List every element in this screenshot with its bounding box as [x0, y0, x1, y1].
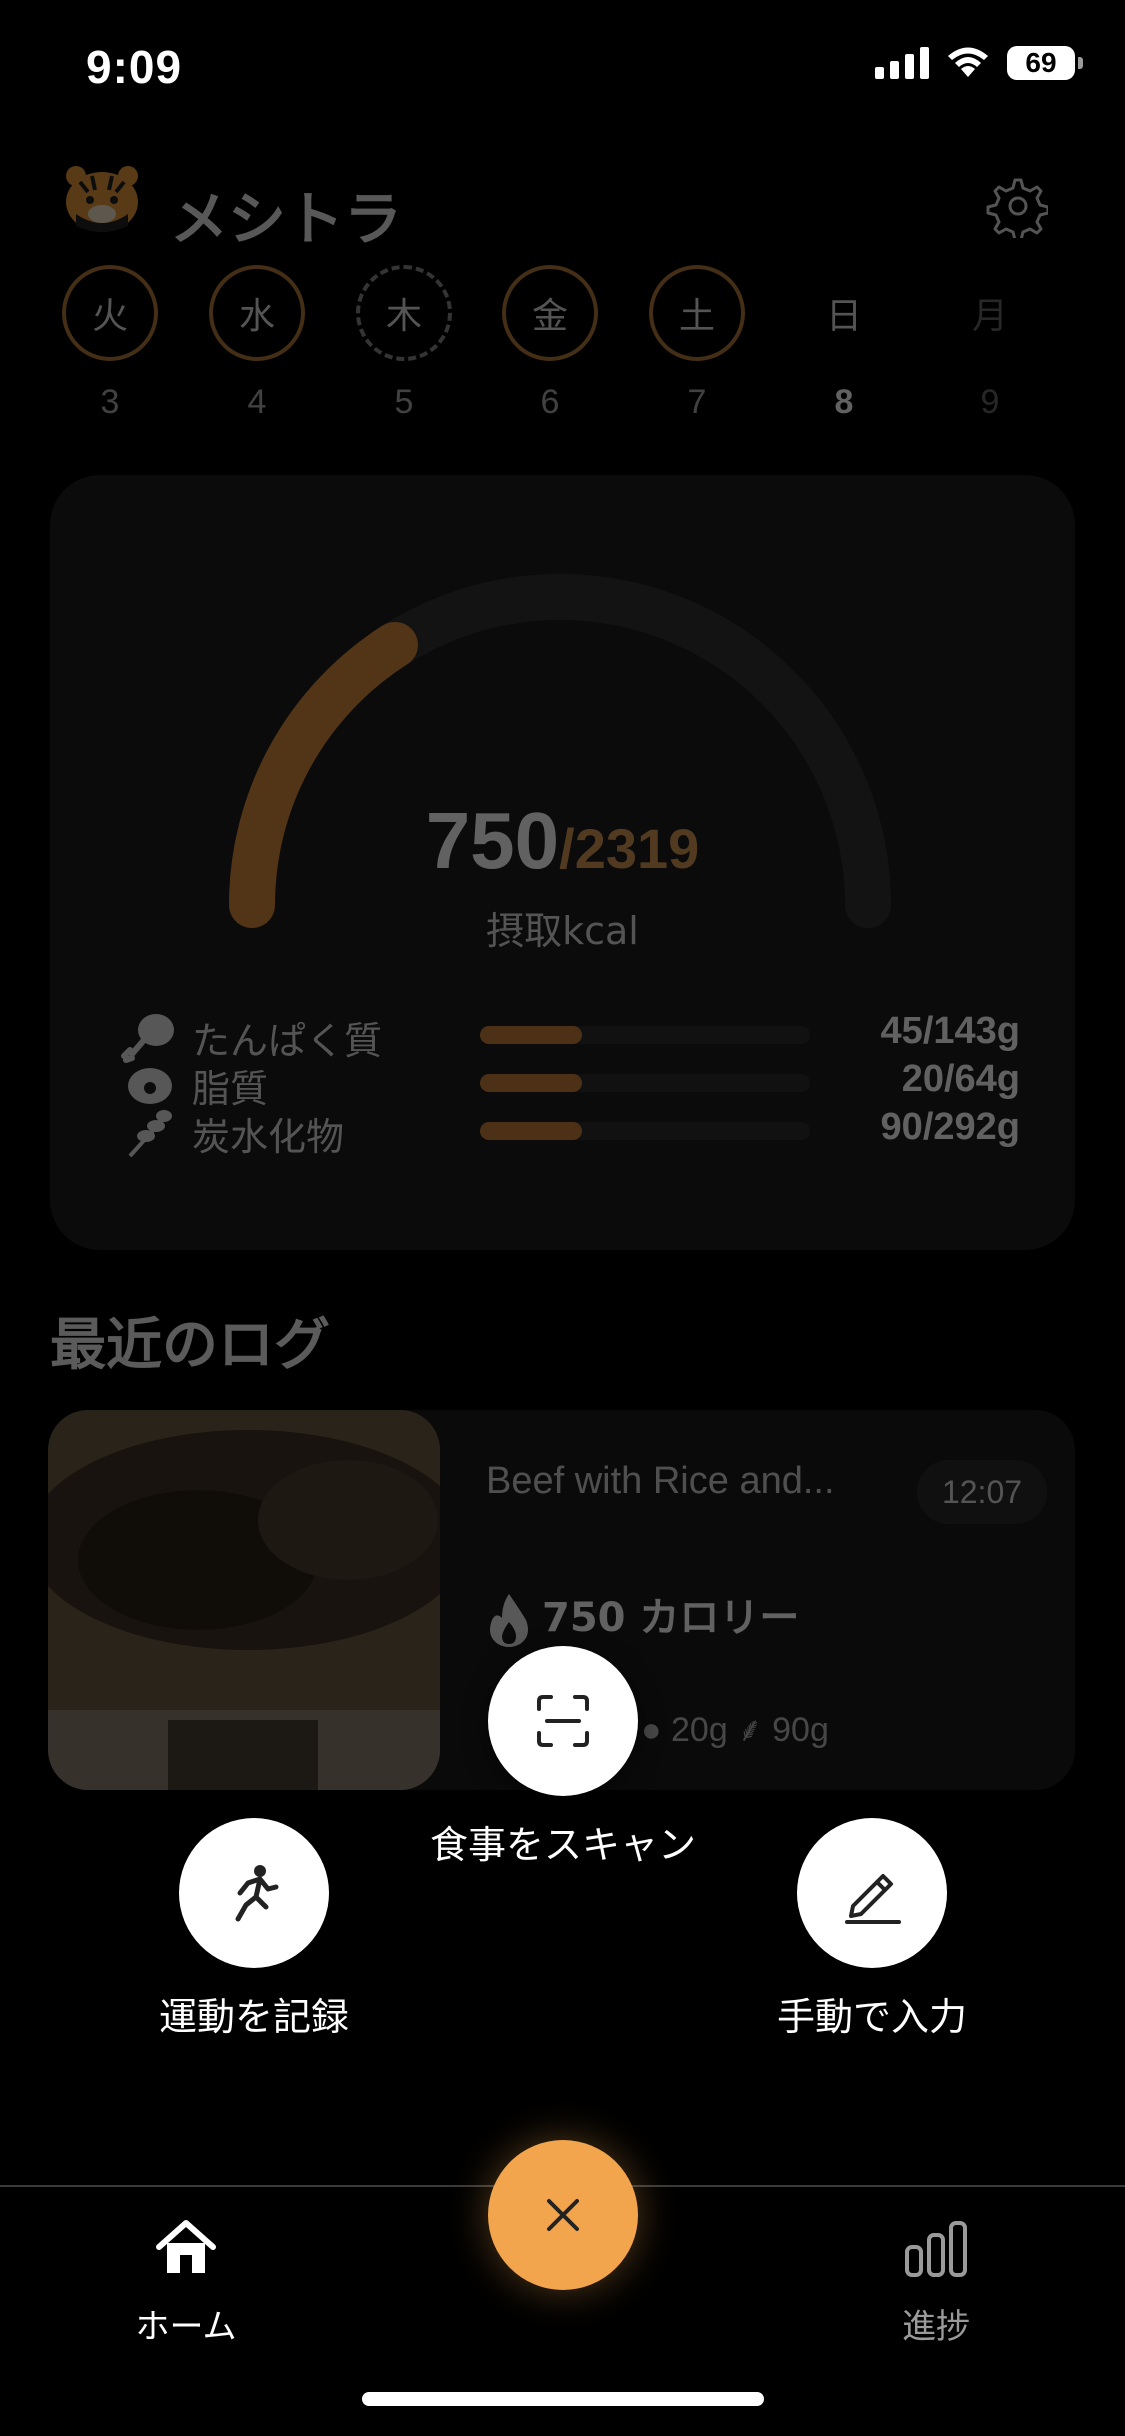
- home-indicator: [362, 2392, 764, 2406]
- wifi-icon: [948, 47, 988, 77]
- kcal-total: /2319: [559, 817, 700, 880]
- macro-progress-fill: [480, 1122, 583, 1140]
- day-date: 5: [394, 383, 414, 421]
- day-date: 4: [247, 383, 267, 421]
- day-fri[interactable]: 金 6: [500, 265, 600, 422]
- day-date: 6: [540, 383, 560, 421]
- macro-name: 炭水化物: [192, 1115, 345, 1159]
- food-photo: [48, 1410, 440, 1790]
- tab-progress-label: 進捗: [902, 2307, 970, 2347]
- scan-meal-label: 食事をスキャン: [429, 1823, 696, 1867]
- manual-entry-label: 手動で入力: [776, 1995, 967, 2039]
- scan-meal-button[interactable]: [488, 1646, 638, 1796]
- macro-protein: たんぱく質 45/143g: [120, 1010, 1020, 1063]
- tiger-logo-icon: [66, 166, 138, 232]
- day-date: 8: [834, 383, 854, 421]
- macro-progress-track: [480, 1074, 810, 1092]
- home-content-dimmed: メシトラ 火 3 水 4 木 5 金 6 土 7 日 8 月 9 750/231…: [0, 130, 1125, 2180]
- day-date: 3: [100, 383, 120, 421]
- macro-progress-fill: [480, 1074, 583, 1092]
- week-day-selector: 火 3 水 4 木 5 金 6 土 7 日 8 月 9: [60, 265, 1070, 425]
- day-circle: 木: [356, 265, 452, 361]
- log-item-fat: 20g: [671, 1711, 728, 1749]
- day-circle: 金: [502, 265, 598, 361]
- macro-fat: 脂質 20/64g: [120, 1058, 1020, 1111]
- day-mon[interactable]: 月 9: [940, 265, 1040, 422]
- log-item-kcal-text: 750 カロリー: [542, 1595, 800, 1641]
- wheat-icon: ⸙: [737, 1711, 763, 1749]
- log-item-carbs: 90g: [772, 1711, 829, 1749]
- log-exercise-button[interactable]: [179, 1818, 329, 1968]
- macro-carbs: 炭水化物 90/292g: [120, 1106, 1020, 1159]
- kcal-eaten: 750: [425, 796, 560, 885]
- day-circle: 土: [649, 265, 745, 361]
- log-item-kcal: 750 カロリー: [486, 1585, 799, 1648]
- screen: 9:09 69 メシトラ 火 3 水 4 木 5 金 6 土 7 日 8 月 9…: [0, 0, 1125, 2436]
- calorie-readout: 750/2319: [50, 795, 1075, 887]
- app-title: メシトラ: [170, 185, 403, 253]
- close-icon: [547, 2199, 579, 2231]
- day-circle: 日: [825, 296, 862, 337]
- log-item-name: Beef with Rice and...: [486, 1460, 835, 1502]
- macro-value: 90/292g: [880, 1106, 1020, 1148]
- macro-value: 20/64g: [901, 1058, 1020, 1100]
- day-tue[interactable]: 火 3: [60, 265, 160, 422]
- pencil-icon: [845, 1874, 901, 1924]
- macro-progress-fill: [480, 1026, 583, 1044]
- day-circle: 火: [62, 265, 158, 361]
- app-header: メシトラ: [62, 150, 1062, 253]
- battery-indicator: 69: [1007, 46, 1083, 80]
- manual-entry-button[interactable]: [797, 1818, 947, 1968]
- macro-progress-track: [480, 1026, 810, 1044]
- day-wed[interactable]: 水 4: [207, 265, 307, 422]
- tab-home[interactable]: ホーム: [86, 2213, 286, 2348]
- status-icons: 69: [875, 46, 1083, 80]
- calorie-summary-card: 750/2319 摂取kcal たんぱく質 45/143g 脂質 20/64g …: [50, 475, 1075, 1250]
- day-sun[interactable]: 日 8: [794, 265, 894, 422]
- tab-home-label: ホーム: [135, 2307, 237, 2347]
- status-time: 9:09: [86, 41, 183, 93]
- macro-value: 45/143g: [880, 1010, 1020, 1052]
- log-exercise-label: 運動を記録: [158, 1995, 349, 2039]
- day-thu[interactable]: 木 5: [354, 265, 454, 422]
- day-circle: 月: [971, 296, 1008, 337]
- macro-name: たんぱく質: [192, 1019, 383, 1063]
- bar-chart-icon: [905, 2221, 967, 2277]
- flame-icon: [490, 1594, 528, 1647]
- day-circle: 水: [209, 265, 305, 361]
- home-icon: [156, 2220, 216, 2273]
- tab-progress[interactable]: 進捗: [836, 2213, 1036, 2348]
- running-icon: [235, 1865, 279, 1922]
- cellular-signal-icon: [875, 47, 929, 79]
- scan-icon: [537, 1695, 589, 1747]
- kcal-label: 摂取kcal: [486, 909, 639, 953]
- day-date: 9: [980, 383, 1000, 421]
- close-menu-button[interactable]: [488, 2140, 638, 2290]
- log-item-time: 12:07: [917, 1460, 1047, 1524]
- macro-name: 脂質: [192, 1067, 269, 1111]
- recent-logs-title: 最近のログ: [50, 1313, 330, 1378]
- meat-icon: ●: [641, 1711, 662, 1749]
- day-sat[interactable]: 土 7: [647, 265, 747, 422]
- macro-progress-track: [480, 1122, 810, 1140]
- gear-icon[interactable]: [984, 174, 1048, 238]
- day-date: 7: [687, 383, 707, 421]
